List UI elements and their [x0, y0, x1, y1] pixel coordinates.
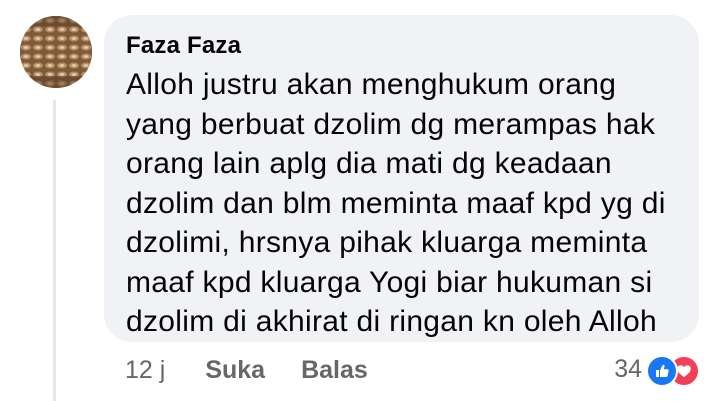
comment-author[interactable]: Faza Faza	[126, 31, 677, 61]
like-button[interactable]: Suka	[205, 356, 265, 385]
avatar[interactable]	[20, 16, 92, 88]
like-icon	[646, 355, 678, 387]
comment-actions: 12 j Suka Balas	[125, 352, 404, 388]
comment-text-line: maaf kpd kluarga Yogi biar hukuman si	[126, 265, 653, 299]
comment: Faza Faza Alloh justru akan menghukum or…	[0, 0, 720, 401]
comment-text-line: dzolim di akhirat di ringan kn oleh Allo…	[126, 305, 657, 338]
comment-text: Alloh justru akan menghukum orang yang b…	[126, 65, 677, 342]
comment-text-line: dzolimi, hrsnya pihak kluarga meminta	[126, 226, 648, 259]
reply-button[interactable]: Balas	[301, 356, 368, 385]
reaction-count: 34	[614, 354, 642, 383]
reaction-summary[interactable]: 34	[614, 350, 700, 388]
comment-bubble: Faza Faza Alloh justru akan menghukum or…	[104, 15, 699, 342]
comment-text-line: yang berbuat dzolim dg merampas hak	[126, 107, 656, 141]
thread-line	[53, 100, 56, 401]
comment-text-line: Alloh justru akan menghukum orang	[126, 68, 617, 101]
reaction-icons	[646, 354, 700, 387]
comment-text-line: dzolim dan blm meminta maaf kpd yg di	[126, 186, 666, 220]
comment-text-line: orang lain aplg dia mati dg keadaan	[126, 147, 612, 180]
avatar-image	[20, 16, 92, 88]
comment-timestamp[interactable]: 12 j	[125, 356, 165, 385]
